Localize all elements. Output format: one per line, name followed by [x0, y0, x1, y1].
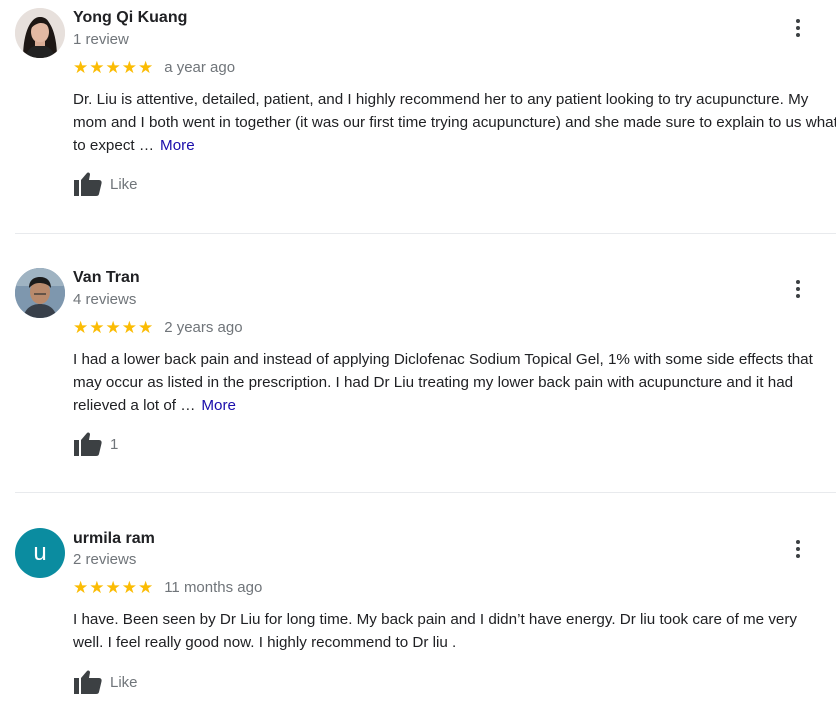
user-photo-icon	[15, 8, 65, 58]
like-label: Like	[110, 673, 138, 691]
review-count[interactable]: 1 review	[73, 31, 129, 48]
review-body: I have. Been seen by Dr Liu for long tim…	[73, 611, 798, 651]
review-time: a year ago	[164, 59, 236, 76]
avatar[interactable]	[15, 268, 65, 318]
rating-row: ★★★★★ 2 years ago	[73, 318, 243, 338]
more-options-button[interactable]	[786, 537, 810, 561]
avatar-letter: u	[33, 539, 47, 566]
like-label: Like	[110, 175, 138, 193]
more-vert-icon	[796, 554, 800, 558]
more-vert-icon	[796, 547, 800, 551]
avatar[interactable]: u	[15, 528, 65, 578]
more-options-button[interactable]	[786, 16, 810, 40]
more-vert-icon	[796, 294, 800, 298]
reviewer-name[interactable]: Yong Qi Kuang	[73, 9, 187, 27]
like-button[interactable]: Like	[73, 170, 138, 198]
reviewer-name[interactable]: Van Tran	[73, 269, 140, 287]
review-text: Dr. Liu is attentive, detailed, patient,…	[73, 88, 836, 157]
like-button[interactable]: Like	[73, 668, 138, 696]
star-rating: ★★★★★	[73, 58, 155, 77]
more-vert-icon	[796, 19, 800, 23]
more-vert-icon	[796, 26, 800, 30]
more-link[interactable]: More	[160, 137, 195, 154]
more-vert-icon	[796, 33, 800, 37]
like-count: 1	[110, 435, 119, 453]
avatar[interactable]	[15, 8, 65, 58]
star-rating: ★★★★★	[73, 318, 155, 337]
star-rating: ★★★★★	[73, 578, 155, 597]
more-vert-icon	[796, 540, 800, 544]
divider	[15, 492, 836, 493]
user-photo-icon	[15, 268, 65, 318]
review-text: I had a lower back pain and instead of a…	[73, 348, 836, 417]
like-button[interactable]: 1	[73, 430, 118, 458]
more-options-button[interactable]	[786, 277, 810, 301]
rating-row: ★★★★★ a year ago	[73, 58, 235, 78]
more-vert-icon	[796, 280, 800, 284]
review-text: I have. Been seen by Dr Liu for long tim…	[73, 608, 828, 654]
rating-row: ★★★★★ 11 months ago	[73, 578, 262, 598]
review-count[interactable]: 4 reviews	[73, 291, 136, 308]
review-body: I had a lower back pain and instead of a…	[73, 351, 813, 414]
reviewer-name[interactable]: urmila ram	[73, 530, 155, 548]
thumbs-up-icon	[74, 172, 102, 196]
divider	[15, 233, 836, 234]
thumbs-up-icon	[74, 432, 102, 456]
more-link[interactable]: More	[201, 397, 236, 414]
review-time: 11 months ago	[164, 579, 263, 596]
more-vert-icon	[796, 287, 800, 291]
review-count[interactable]: 2 reviews	[73, 551, 136, 568]
thumbs-up-icon	[74, 670, 102, 694]
review-time: 2 years ago	[164, 319, 243, 336]
